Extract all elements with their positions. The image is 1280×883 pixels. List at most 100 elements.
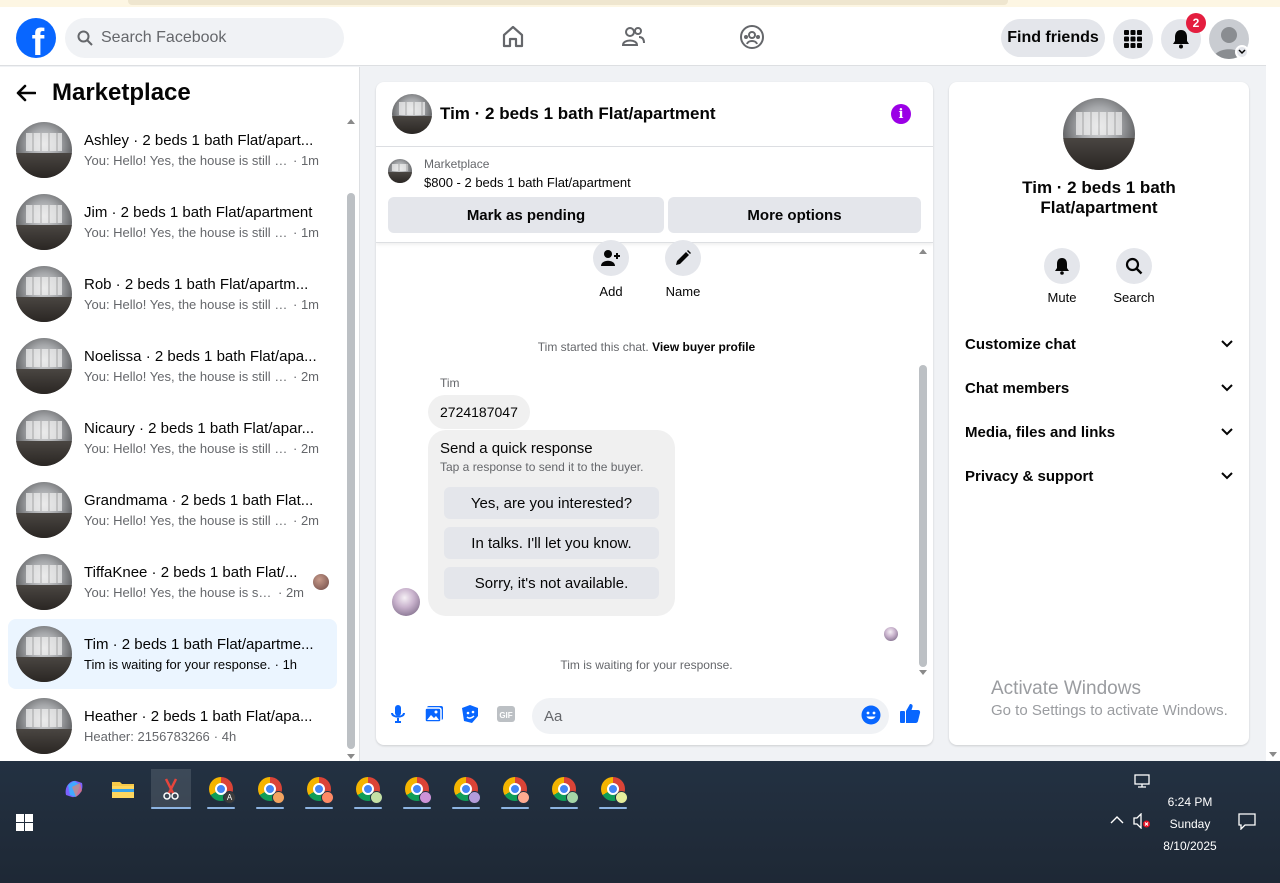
watermark-subtitle: Go to Settings to activate Windows. [991,702,1228,719]
home-icon[interactable] [497,21,529,53]
read-receipt-avatar [884,627,898,641]
mark-as-pending-button[interactable]: Mark as pending [388,197,664,233]
search-box[interactable] [65,18,344,58]
notification-center-icon[interactable] [1238,813,1256,833]
add-member-action[interactable]: Add [581,240,641,299]
account-chevron-down-icon[interactable] [1235,45,1249,59]
privacy-support-section[interactable]: Privacy & support [965,464,1233,488]
conversation-item[interactable]: Rob · 2 beds 1 bath Flat/apartm... You: H… [8,259,337,329]
chrome-profile-icon[interactable] [544,769,584,809]
facebook-logo-icon[interactable]: f [16,18,56,58]
chrome-profile-icon[interactable] [250,769,290,809]
listing-price-title[interactable]: $800 - 2 beds 1 bath Flat/apartment [424,175,631,190]
microphone-icon[interactable] [387,703,409,725]
friends-icon[interactable] [617,21,649,53]
conversation-item[interactable]: Jim · 2 beds 1 bath Flat/apartment You: H… [8,187,337,257]
find-friends-button[interactable]: Find friends [1001,19,1105,57]
chat-listing-thumbnail[interactable] [392,94,432,134]
conversation-preview: Heather: 2156783266 [84,729,210,744]
conversation-item[interactable]: Nicaury · 2 beds 1 bath Flat/apar... You:… [8,403,337,473]
photo-icon[interactable] [423,703,445,725]
conversation-time: · 2m [293,369,319,384]
quick-reply-button[interactable]: In talks. I'll let you know. [444,527,659,559]
thread-scroll-thumb[interactable] [919,365,927,667]
customize-chat-section[interactable]: Customize chat [965,332,1233,356]
sidebar-scroll-thumb[interactable] [347,193,355,749]
conversation-time: · 2m [293,441,319,456]
chrome-profile-icon[interactable] [299,769,339,809]
chrome-profile-icon[interactable] [348,769,388,809]
scroll-down-arrow[interactable] [347,754,355,759]
chat-members-section[interactable]: Chat members [965,376,1233,400]
page-scrollbar[interactable] [1266,7,1280,761]
conversation-item[interactable]: Grandmama · 2 beds 1 bath Flat... You: He… [8,475,337,545]
name-chat-action[interactable]: Name [653,240,713,299]
conversation-item[interactable]: Heather · 2 beds 1 bath Flat/apa... Heath… [8,691,337,761]
search-input[interactable] [101,29,321,47]
quick-reply-button[interactable]: Yes, are you interested? [444,487,659,519]
conversation-item-active[interactable]: Tim · 2 beds 1 bath Flat/apartme... Tim i… [8,619,337,689]
system-clock[interactable]: 6:24 PM Sunday 8/10/2025 [1156,791,1224,857]
chat-title[interactable]: Tim · 2 beds 1 bath Flat/apartment [440,104,716,124]
emoji-icon[interactable] [860,704,882,726]
scroll-down-arrow[interactable] [919,670,927,675]
sidebar-scrollbar[interactable] [346,119,356,759]
back-arrow-icon[interactable] [16,84,36,102]
conversation-preview: Tim is waiting for your response. [84,657,271,672]
speaker-muted-icon[interactable] [1133,812,1151,832]
section-label: Chat members [965,379,1070,397]
message-thread: Add Name Tim started this chat. View buy… [376,240,933,679]
started-text: Tim started this chat. [537,340,649,354]
sidebar-header: Marketplace [16,79,191,107]
chevron-up-icon[interactable] [1110,813,1124,828]
chat-panel: Tim · 2 beds 1 bath Flat/apartment i Mar… [376,82,933,745]
scroll-up-arrow[interactable] [347,119,355,124]
search-in-chat-action[interactable]: Search [1104,248,1164,305]
chrome-profile-icon[interactable] [446,769,486,809]
chevron-down-icon [1221,384,1233,392]
gif-icon[interactable]: GIF [495,703,517,725]
sticker-icon[interactable] [459,703,481,725]
chrome-profile-icon[interactable] [495,769,535,809]
thread-scrollbar[interactable] [918,249,928,675]
media-files-links-section[interactable]: Media, files and links [965,420,1233,444]
groups-icon[interactable] [736,21,768,53]
quick-reply-button[interactable]: Sorry, it's not available. [444,567,659,599]
gif-label: GIF [499,711,512,720]
marketplace-listing-bar: Marketplace $800 - 2 beds 1 bath Flat/ap… [376,147,933,243]
chrome-profile-icon[interactable] [593,769,633,809]
windows-start-icon[interactable] [16,814,33,831]
chevron-down-icon [1221,472,1233,480]
add-person-icon [601,250,620,266]
chrome-profile-icon[interactable] [397,769,437,809]
file-explorer-icon[interactable] [103,769,143,809]
listing-thumbnail [16,626,72,682]
page-scroll-down-arrow[interactable] [1269,752,1277,757]
scroll-up-arrow[interactable] [919,249,927,254]
browser-tab-strip [128,0,1008,5]
listing-large-thumbnail[interactable] [1063,98,1135,170]
buyer-avatar[interactable] [392,588,420,616]
network-icon[interactable] [1133,773,1151,792]
info-icon[interactable]: i [891,104,911,124]
message-bubble[interactable]: 2724187047 [428,395,530,429]
more-options-button[interactable]: More options [668,197,921,233]
bell-icon [1173,30,1189,49]
conversation-item[interactable]: Noelissa · 2 beds 1 bath Flat/apa... You:… [8,331,337,401]
conversation-name: TiffaKnee · 2 beds 1 bath Flat/... [84,564,298,581]
conversation-time: · 2m [278,585,304,600]
thumbs-up-icon[interactable] [899,702,921,724]
conversation-item[interactable]: TiffaKnee · 2 beds 1 bath Flat/... You: H… [8,547,337,617]
quick-response-title: Send a quick response [440,440,593,457]
message-input[interactable] [532,698,889,734]
conversation-preview: You: Hello! Yes, the house is still... [84,585,274,600]
view-buyer-profile-link[interactable]: View buyer profile [652,340,755,354]
menu-grid-button[interactable] [1113,19,1153,59]
section-label: Media, files and links [965,423,1116,441]
snipping-tool-app-icon[interactable] [151,769,191,809]
chrome-profile-a-icon[interactable]: A [201,769,241,809]
copilot-app-icon[interactable] [54,769,94,809]
sender-name: Tim [440,376,460,390]
mute-action[interactable]: Mute [1032,248,1092,305]
conversation-item[interactable]: Ashley · 2 beds 1 bath Flat/apart... You:… [8,115,337,185]
